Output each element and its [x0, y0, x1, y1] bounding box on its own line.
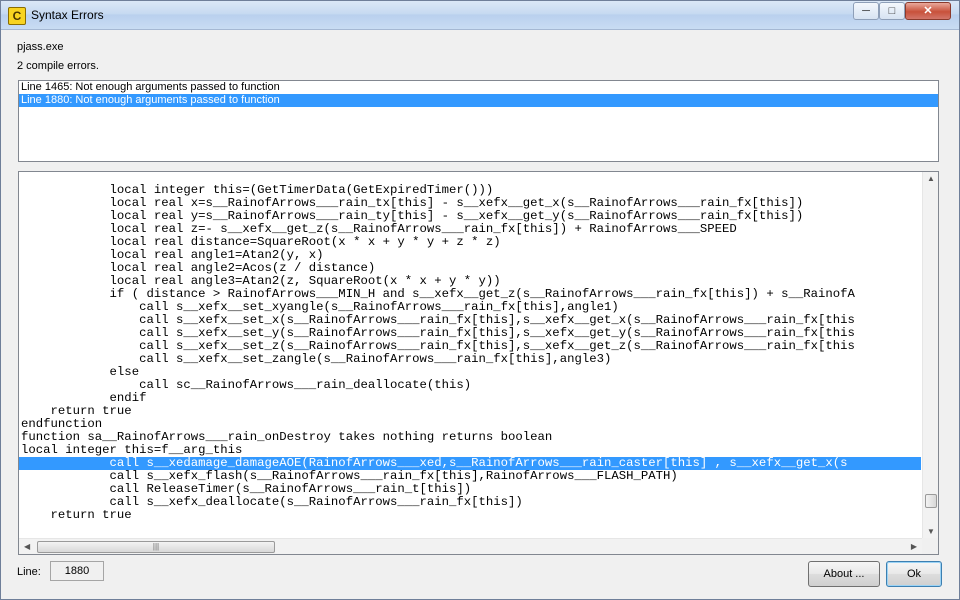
code-line[interactable]: call s__xefx_deallocate(s__RainofArrows_…: [19, 496, 921, 509]
code-line[interactable]: return true: [19, 405, 921, 418]
scroll-left-icon[interactable]: ◀: [24, 542, 30, 551]
ok-button[interactable]: Ok: [886, 561, 942, 587]
maximize-button[interactable]: □: [879, 2, 905, 20]
source-code-view[interactable]: local integer this=(GetTimerData(GetExpi…: [18, 171, 939, 555]
minimize-icon: ─: [862, 5, 870, 17]
syntax-errors-window: C Syntax Errors ─ □ ✕ pjass.exe 2 compil…: [0, 0, 960, 600]
code-line[interactable]: call sc__RainofArrows___rain_deallocate(…: [19, 379, 921, 392]
horizontal-scroll-thumb[interactable]: |||: [37, 541, 275, 553]
error-item-selected[interactable]: Line 1880: Not enough arguments passed t…: [19, 94, 938, 107]
title-bar[interactable]: C Syntax Errors ─ □ ✕: [1, 1, 959, 30]
code-line[interactable]: endif: [19, 392, 921, 405]
horizontal-scrollbar[interactable]: ◀ ||| ▶: [19, 538, 922, 554]
error-list[interactable]: Line 1465: Not enough arguments passed t…: [18, 80, 939, 162]
scroll-up-icon[interactable]: ▲: [927, 174, 935, 183]
vertical-scrollbar[interactable]: ▲ ▼: [922, 172, 938, 538]
window-title: Syntax Errors: [31, 8, 104, 22]
vertical-scroll-thumb[interactable]: [925, 494, 937, 508]
scroll-grip-icon: |||: [152, 542, 160, 551]
close-button[interactable]: ✕: [905, 2, 951, 20]
code-line[interactable]: call s__xefx__set_zangle(s__RainofArrows…: [19, 353, 921, 366]
code-line[interactable]: return true: [19, 509, 921, 522]
line-number-field: 1880: [50, 561, 104, 581]
about-button[interactable]: About ...: [808, 561, 880, 587]
minimize-button[interactable]: ─: [853, 2, 879, 20]
line-label: Line:: [17, 566, 41, 578]
scroll-down-icon[interactable]: ▼: [927, 527, 935, 536]
program-name: pjass.exe: [17, 41, 64, 53]
error-summary: 2 compile errors.: [17, 60, 99, 72]
close-icon: ✕: [923, 5, 933, 17]
code-area[interactable]: local integer this=(GetTimerData(GetExpi…: [19, 184, 921, 538]
scroll-corner: [922, 538, 938, 554]
error-item[interactable]: Line 1465: Not enough arguments passed t…: [19, 81, 938, 94]
app-icon: C: [8, 7, 26, 25]
scroll-right-icon[interactable]: ▶: [911, 542, 917, 551]
maximize-icon: □: [888, 5, 896, 17]
